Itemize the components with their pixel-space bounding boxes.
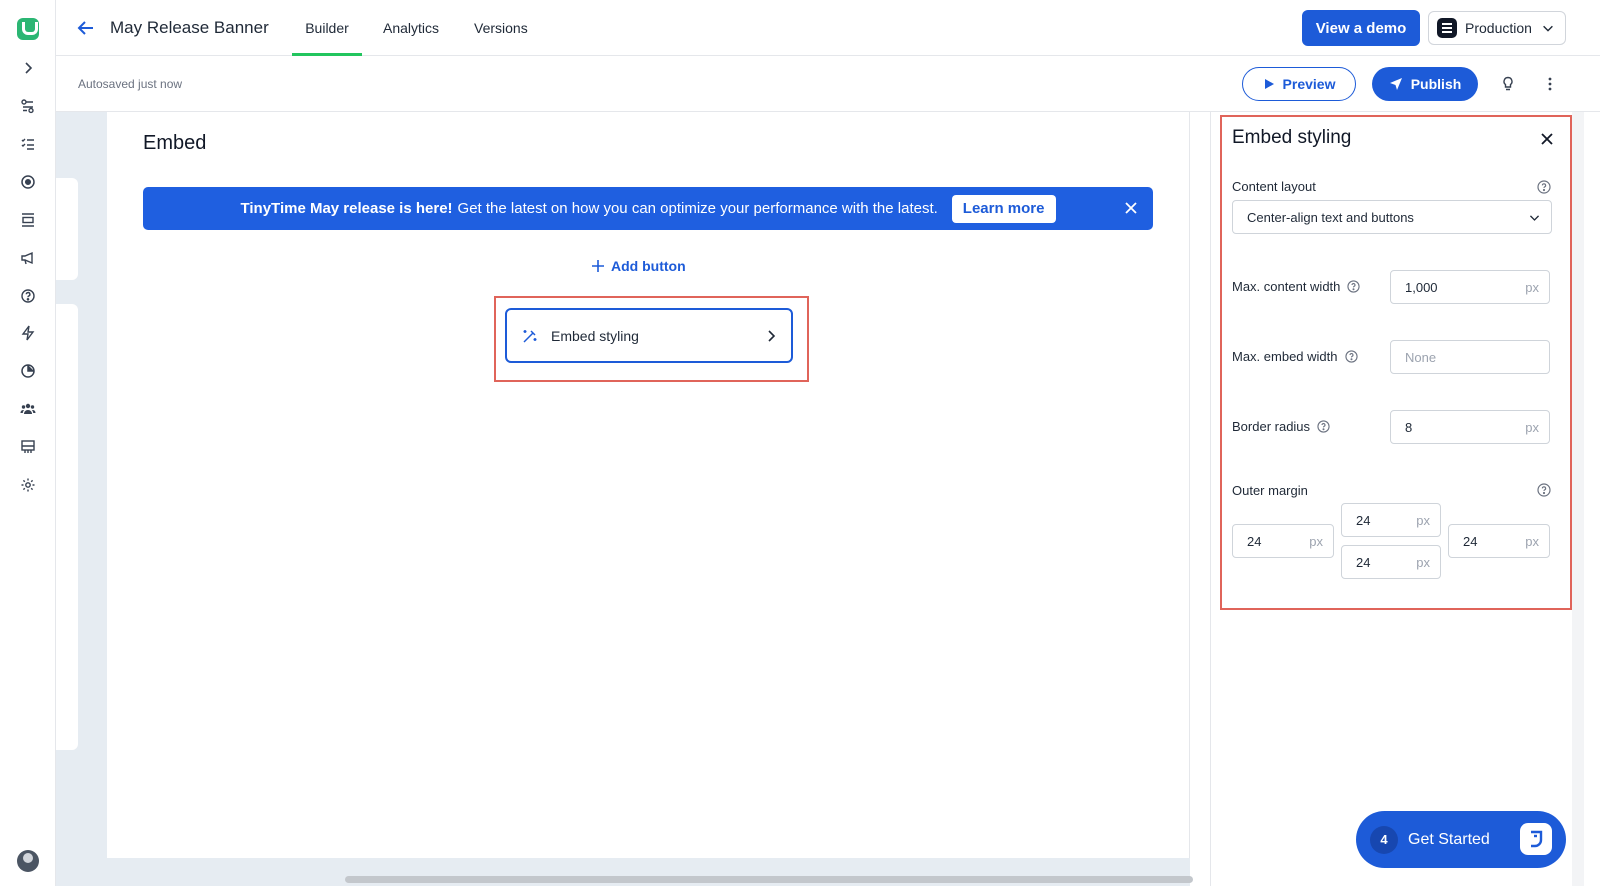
publish-label: Publish xyxy=(1410,76,1462,92)
environment-value: Production xyxy=(1465,20,1532,36)
analytics-pie-icon[interactable] xyxy=(16,359,40,383)
add-button-label: Add button xyxy=(611,258,686,274)
embed-preview-page: Embed TinyTime May release is here! Get … xyxy=(107,112,1190,858)
max-content-width-input[interactable] xyxy=(1405,279,1522,295)
collapsed-panel-stub xyxy=(56,304,78,750)
lightning-icon[interactable] xyxy=(16,321,40,345)
learn-more-button[interactable]: Learn more xyxy=(951,194,1056,223)
help-icon[interactable] xyxy=(1537,180,1551,194)
sub-toolbar: Autosaved just now Preview Publish xyxy=(56,56,1600,112)
target-icon[interactable] xyxy=(16,170,40,194)
help-icon[interactable] xyxy=(1537,483,1551,497)
chat-logo-icon xyxy=(1520,823,1552,855)
border-radius-label: Border radius xyxy=(1232,419,1330,434)
unit-px: px xyxy=(1416,512,1430,528)
page-title: May Release Banner xyxy=(110,18,269,37)
unit-px: px xyxy=(1309,533,1323,549)
content-layout-value: Center-align text and buttons xyxy=(1247,209,1414,225)
content-layout-text: Content layout xyxy=(1232,179,1316,194)
tab-analytics[interactable]: Analytics xyxy=(383,20,439,56)
help-circle-icon[interactable] xyxy=(16,284,40,308)
content-layout-label: Content layout xyxy=(1232,179,1316,194)
section-title: Embed xyxy=(143,132,207,154)
help-icon[interactable] xyxy=(1347,280,1361,293)
top-bar: May Release Banner Builder Analytics Ver… xyxy=(56,0,1600,56)
margin-top-input[interactable] xyxy=(1356,512,1413,528)
unit-px: px xyxy=(1525,533,1539,549)
banner-text: Get the latest on how you can optimize y… xyxy=(457,200,938,217)
back-arrow-icon[interactable] xyxy=(74,16,98,40)
environment-icon xyxy=(1437,18,1457,38)
unit-px: px xyxy=(1416,554,1430,570)
border-radius-text: Border radius xyxy=(1232,419,1311,434)
panel-title: Embed styling xyxy=(1232,127,1352,148)
max-embed-width-input[interactable] xyxy=(1405,349,1539,365)
max-content-width-text: Max. content width xyxy=(1232,279,1341,294)
send-icon xyxy=(1389,78,1402,90)
close-icon[interactable] xyxy=(1538,130,1556,148)
margin-top-field[interactable]: px xyxy=(1341,503,1441,537)
checklist-icon[interactable] xyxy=(16,132,40,156)
preview-label: Preview xyxy=(1282,76,1336,92)
magic-wand-icon xyxy=(523,329,537,343)
border-radius-field[interactable]: px xyxy=(1390,410,1550,444)
margin-right-input[interactable] xyxy=(1463,533,1522,549)
margin-bottom-field[interactable]: px xyxy=(1341,545,1441,579)
lightbulb-icon[interactable] xyxy=(1498,74,1518,94)
add-button[interactable]: Add button xyxy=(591,258,686,274)
collapsed-panel-stub xyxy=(56,178,78,280)
outer-margin-text: Outer margin xyxy=(1232,483,1308,498)
outer-margin-label: Outer margin xyxy=(1232,483,1308,498)
max-content-width-label: Max. content width xyxy=(1232,279,1361,294)
flows-icon[interactable] xyxy=(16,94,40,118)
layout-icon[interactable] xyxy=(16,435,40,459)
users-icon[interactable] xyxy=(16,397,40,421)
get-started-button[interactable]: 4 Get Started xyxy=(1356,811,1566,868)
more-vertical-icon[interactable] xyxy=(1540,74,1560,94)
preview-button[interactable]: Preview xyxy=(1242,67,1356,101)
megaphone-icon[interactable] xyxy=(16,246,40,270)
close-icon[interactable] xyxy=(1123,200,1139,216)
vertical-scrollbar[interactable] xyxy=(1572,112,1584,886)
publish-button[interactable]: Publish xyxy=(1372,67,1478,101)
chevron-right-icon xyxy=(768,330,776,342)
autosave-status: Autosaved just now xyxy=(78,77,183,91)
margin-bottom-input[interactable] xyxy=(1356,554,1413,570)
help-icon[interactable] xyxy=(1344,350,1358,363)
tab-builder[interactable]: Builder xyxy=(292,20,362,56)
content-layout-select[interactable]: Center-align text and buttons xyxy=(1232,200,1552,234)
max-embed-width-text: Max. embed width xyxy=(1232,349,1338,364)
embed-styling-button[interactable]: Embed styling xyxy=(505,308,793,363)
plus-icon xyxy=(592,260,604,272)
chevron-down-icon xyxy=(1543,25,1553,32)
tab-versions[interactable]: Versions xyxy=(474,20,528,56)
settings-gear-icon[interactable] xyxy=(16,473,40,497)
play-icon xyxy=(1264,79,1274,89)
horizontal-scrollbar[interactable] xyxy=(345,876,1193,883)
help-icon[interactable] xyxy=(1317,420,1330,433)
view-demo-button[interactable]: View a demo xyxy=(1302,10,1420,46)
border-radius-input[interactable] xyxy=(1405,419,1522,435)
margin-left-input[interactable] xyxy=(1247,533,1306,549)
embed-icon[interactable] xyxy=(16,208,40,232)
max-content-width-field[interactable]: px xyxy=(1390,270,1550,304)
release-banner[interactable]: TinyTime May release is here! Get the la… xyxy=(143,187,1153,230)
left-nav-rail xyxy=(0,0,56,886)
max-embed-width-label: Max. embed width xyxy=(1232,349,1358,364)
chevron-down-icon xyxy=(1529,215,1540,221)
environment-select[interactable]: Production xyxy=(1428,11,1566,45)
max-embed-width-field[interactable] xyxy=(1390,340,1550,374)
unit-px: px xyxy=(1525,279,1539,295)
embed-styling-label: Embed styling xyxy=(551,327,639,344)
user-avatar[interactable] xyxy=(17,850,39,872)
get-started-count: 4 xyxy=(1370,825,1398,854)
banner-headline: TinyTime May release is here! xyxy=(240,200,453,217)
margin-right-field[interactable]: px xyxy=(1448,524,1550,558)
get-started-label: Get Started xyxy=(1408,830,1490,848)
unit-px: px xyxy=(1525,419,1539,435)
expand-chevron-icon[interactable] xyxy=(16,56,40,80)
margin-left-field[interactable]: px xyxy=(1232,524,1334,558)
app-logo-icon[interactable] xyxy=(17,18,39,40)
